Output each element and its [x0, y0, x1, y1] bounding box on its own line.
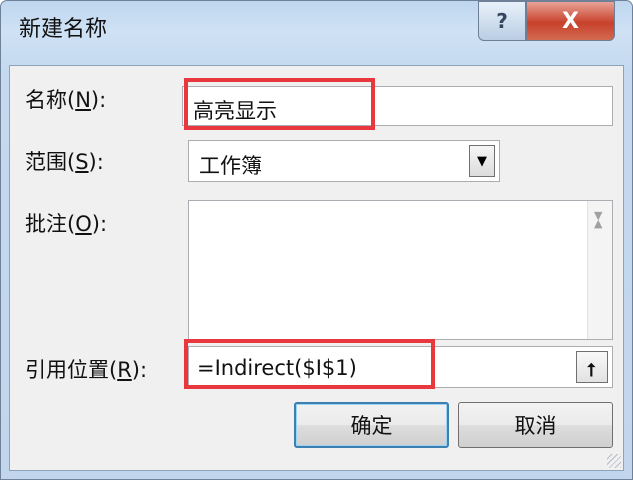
close-icon: X — [562, 8, 579, 34]
name-label: 名称(N): — [25, 88, 107, 112]
dialog-title: 新建名称 — [19, 17, 108, 42]
scope-select[interactable]: 工作簿 ▼ — [188, 140, 500, 182]
help-icon: ? — [496, 9, 508, 33]
comment-textarea[interactable]: ▲ ▼ — [188, 200, 613, 340]
collapse-dialog-button[interactable]: ⭡ — [576, 351, 608, 383]
resize-grip-icon[interactable] — [607, 454, 621, 468]
ok-button[interactable]: 确定 — [294, 402, 449, 448]
dropdown-arrow-icon[interactable]: ▼ — [469, 145, 495, 177]
collapse-dialog-icon: ⭡ — [587, 360, 596, 381]
cancel-button[interactable]: 取消 — [458, 402, 613, 448]
scope-label: 范围(S): — [25, 150, 104, 174]
comment-label: 批注(O): — [25, 212, 108, 236]
scroll-down-icon[interactable]: ▼ — [594, 209, 602, 325]
refers-to-label: 引用位置(R): — [25, 358, 148, 382]
new-name-dialog: 新建名称 ? X 名称(N): 高亮显示 范围(S): 工作簿 ▼ 批注(O):… — [0, 0, 633, 480]
scope-select-value: 工作簿 — [199, 154, 262, 178]
comment-scrollbar[interactable]: ▲ ▼ — [587, 201, 612, 339]
title-bar[interactable]: 新建名称 ? X — [1, 1, 632, 65]
refers-to-value-highlight — [184, 339, 435, 389]
name-value-highlight — [184, 78, 375, 130]
close-button[interactable]: X — [526, 1, 615, 41]
help-button[interactable]: ? — [478, 1, 526, 41]
